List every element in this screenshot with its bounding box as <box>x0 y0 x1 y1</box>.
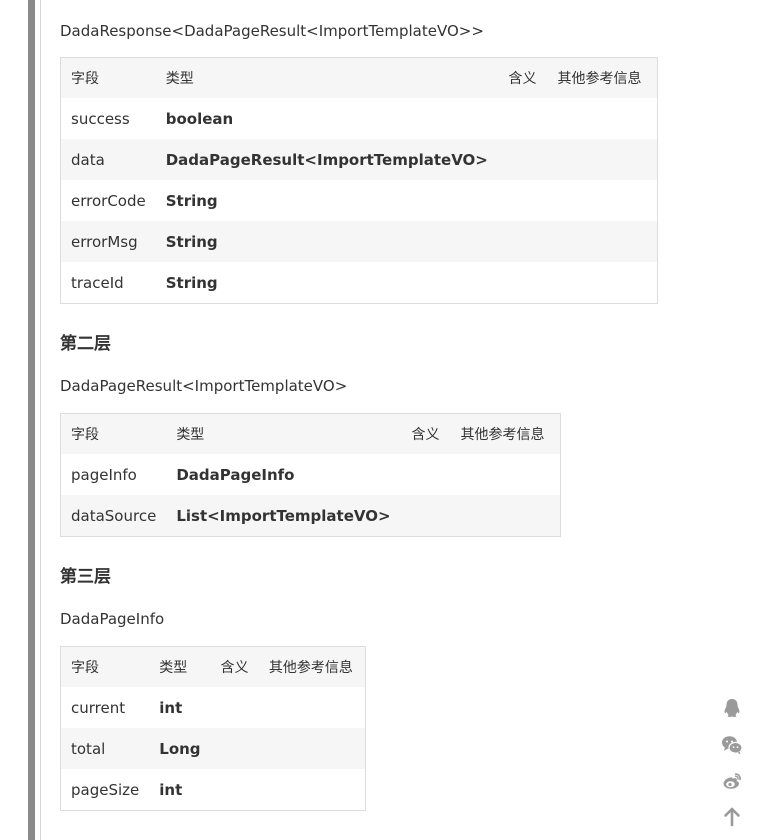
field-reference <box>258 769 366 811</box>
header-reference: 其他参考信息 <box>450 413 561 454</box>
weibo-icon[interactable] <box>721 770 743 792</box>
wechat-icon[interactable] <box>721 734 743 756</box>
level-heading: 第三层 <box>60 567 111 587</box>
header-field: 字段 <box>60 646 150 687</box>
field-name: total <box>60 728 150 769</box>
table-row: traceId String <box>60 262 658 304</box>
field-name: success <box>60 98 156 139</box>
field-type: String <box>155 262 499 304</box>
table-row: total Long <box>60 728 366 769</box>
field-name: current <box>60 687 150 728</box>
header-reference: 其他参考信息 <box>258 646 366 687</box>
table-header-row: 字段 类型 含义 其他参考信息 <box>60 646 366 687</box>
field-reference <box>547 221 658 262</box>
table-row: pageInfo DadaPageInfo <box>60 454 561 495</box>
field-name: pageInfo <box>60 454 167 495</box>
field-reference <box>450 495 561 537</box>
field-reference <box>547 98 658 139</box>
table-row: data DadaPageResult<ImportTemplateVO> <box>60 139 658 180</box>
field-reference <box>547 262 658 304</box>
field-name: data <box>60 139 156 180</box>
header-field: 字段 <box>60 413 167 454</box>
type-title: DadaPageInfo <box>60 610 165 628</box>
level-heading: 第二层 <box>60 334 111 354</box>
field-meaning <box>210 687 259 728</box>
field-type-link[interactable]: List<ImportTemplateVO> <box>166 495 402 537</box>
header-meaning: 含义 <box>498 57 548 98</box>
table-row: dataSource List<ImportTemplateVO> <box>60 495 561 537</box>
header-meaning: 含义 <box>210 646 259 687</box>
field-meaning <box>498 221 548 262</box>
field-meaning <box>401 454 451 495</box>
field-reference <box>547 180 658 221</box>
type-title: DadaPageResult<ImportTemplateVO> <box>60 377 348 395</box>
header-type: 类型 <box>155 57 499 98</box>
table-header-row: 字段 类型 含义 其他参考信息 <box>60 413 561 454</box>
type-title: DadaResponse<DadaPageResult<ImportTempla… <box>60 22 484 40</box>
field-meaning <box>498 180 548 221</box>
header-type: 类型 <box>166 413 402 454</box>
field-name: errorMsg <box>60 221 156 262</box>
field-type: boolean <box>155 98 499 139</box>
table-row: success boolean <box>60 98 658 139</box>
header-reference: 其他参考信息 <box>547 57 658 98</box>
field-type: String <box>155 180 499 221</box>
fields-table: 字段 类型 含义 其他参考信息 current int total Long p… <box>60 646 366 811</box>
header-type: 类型 <box>149 646 211 687</box>
header-meaning: 含义 <box>401 413 451 454</box>
field-name: dataSource <box>60 495 167 537</box>
field-type: Long <box>149 728 211 769</box>
table-header-row: 字段 类型 含义 其他参考信息 <box>60 57 658 98</box>
field-reference <box>450 454 561 495</box>
field-meaning <box>210 728 259 769</box>
field-meaning <box>498 139 548 180</box>
left-border-line <box>40 0 41 840</box>
field-reference <box>258 728 366 769</box>
table-row: errorMsg String <box>60 221 658 262</box>
field-type: String <box>155 221 499 262</box>
qq-icon[interactable] <box>721 697 743 719</box>
field-meaning <box>401 495 451 537</box>
field-meaning <box>498 98 548 139</box>
back-to-top-icon[interactable] <box>721 806 743 828</box>
fields-table: 字段 类型 含义 其他参考信息 success boolean data Dad… <box>60 57 658 304</box>
fields-table: 字段 类型 含义 其他参考信息 pageInfo DadaPageInfo da… <box>60 413 561 537</box>
table-row: errorCode String <box>60 180 658 221</box>
field-name: traceId <box>60 262 156 304</box>
field-reference <box>258 687 366 728</box>
field-type: int <box>149 687 211 728</box>
table-row: current int <box>60 687 366 728</box>
field-type-link[interactable]: DadaPageResult<ImportTemplateVO> <box>155 139 499 180</box>
left-border-bar <box>28 0 35 840</box>
field-reference <box>547 139 658 180</box>
table-row: pageSize int <box>60 769 366 811</box>
field-name: pageSize <box>60 769 150 811</box>
field-type-link[interactable]: DadaPageInfo <box>166 454 402 495</box>
header-field: 字段 <box>60 57 156 98</box>
field-name: errorCode <box>60 180 156 221</box>
field-meaning <box>498 262 548 304</box>
field-meaning <box>210 769 259 811</box>
field-type: int <box>149 769 211 811</box>
